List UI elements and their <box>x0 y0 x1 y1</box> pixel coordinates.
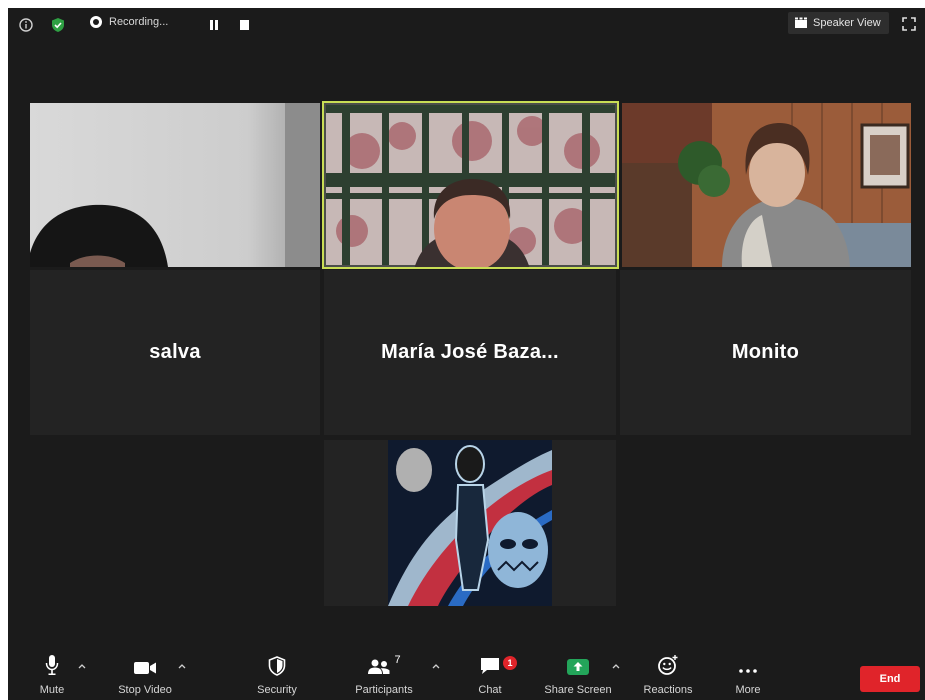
video-camera-icon <box>134 662 156 674</box>
share-screen-icon <box>567 659 589 675</box>
participant-name-maria-jose: María José Baza... <box>381 341 559 363</box>
pause-recording-button[interactable] <box>210 20 220 30</box>
more-ellipsis-icon <box>739 669 757 673</box>
more-button[interactable]: More <box>728 648 768 700</box>
end-meeting-button[interactable]: End <box>860 666 920 692</box>
recording-indicator: Recording... <box>90 16 168 28</box>
video-feed-salva[interactable] <box>30 103 320 267</box>
video-frame-salva <box>30 103 320 267</box>
video-feed-monito[interactable] <box>622 103 911 267</box>
video-frame-monito <box>622 103 911 267</box>
top-bar: Recording... Speaker View <box>8 8 925 42</box>
info-icon[interactable] <box>18 17 34 33</box>
video-frame-maria-jose <box>322 101 619 269</box>
reactions-button[interactable]: Reactions <box>638 648 698 700</box>
stop-video-label: Stop Video <box>118 684 172 696</box>
chat-label: Chat <box>478 684 502 696</box>
stop-recording-button[interactable] <box>240 20 249 30</box>
chat-bubble-icon <box>481 658 499 674</box>
video-options-chevron-up-icon[interactable] <box>178 662 186 670</box>
speaker-view-button[interactable]: Speaker View <box>788 12 889 34</box>
profile-picture-artwork <box>388 440 552 606</box>
more-label: More <box>735 684 761 696</box>
participant-name-monito: Monito <box>731 341 800 363</box>
encryption-shield-icon[interactable] <box>50 17 66 33</box>
reactions-smiley-icon <box>658 655 678 675</box>
end-label: End <box>879 673 901 685</box>
participants-label: Participants <box>355 684 413 696</box>
participant-tile-maria-jose[interactable]: María José Baza... <box>324 270 616 435</box>
participant-tile-salva[interactable]: salva <box>30 270 320 435</box>
fullscreen-icon[interactable] <box>902 17 916 31</box>
security-label: Security <box>257 684 297 696</box>
participants-count: 7 <box>394 654 401 666</box>
security-shield-icon <box>268 656 286 676</box>
meeting-window: Recording... Speaker View salva María Jo… <box>8 8 925 700</box>
speaker-view-label: Speaker View <box>813 17 881 29</box>
participants-button[interactable]: 7 Participants <box>346 648 422 700</box>
recording-dot-icon <box>90 16 102 28</box>
participants-options-chevron-up-icon[interactable] <box>432 662 440 670</box>
participant-tile-monito[interactable]: Monito <box>620 270 911 435</box>
meeting-toolbar: Mute Stop Video Security 7 Participants … <box>8 648 925 700</box>
chat-notification-badge: 1 <box>503 656 517 670</box>
microphone-icon <box>45 655 59 675</box>
mute-button[interactable]: Mute <box>34 648 70 700</box>
stop-video-button[interactable]: Stop Video <box>112 648 178 700</box>
share-options-chevron-up-icon[interactable] <box>612 662 620 670</box>
participant-tile-profile-picture[interactable] <box>324 440 616 606</box>
speaker-view-icon <box>795 17 807 28</box>
recording-label: Recording... <box>109 16 169 28</box>
mute-label: Mute <box>39 684 65 696</box>
security-button[interactable]: Security <box>248 648 306 700</box>
chat-button[interactable]: 1 Chat <box>470 648 517 700</box>
audio-options-chevron-up-icon[interactable] <box>78 662 86 670</box>
reactions-label: Reactions <box>643 684 693 696</box>
share-screen-label: Share Screen <box>544 684 612 696</box>
video-feed-maria-jose[interactable] <box>322 101 619 269</box>
participant-name-salva: salva <box>149 341 201 363</box>
share-screen-button[interactable]: Share Screen <box>538 648 618 700</box>
chat-badge-count: 1 <box>507 658 513 668</box>
participants-icon <box>368 659 390 674</box>
